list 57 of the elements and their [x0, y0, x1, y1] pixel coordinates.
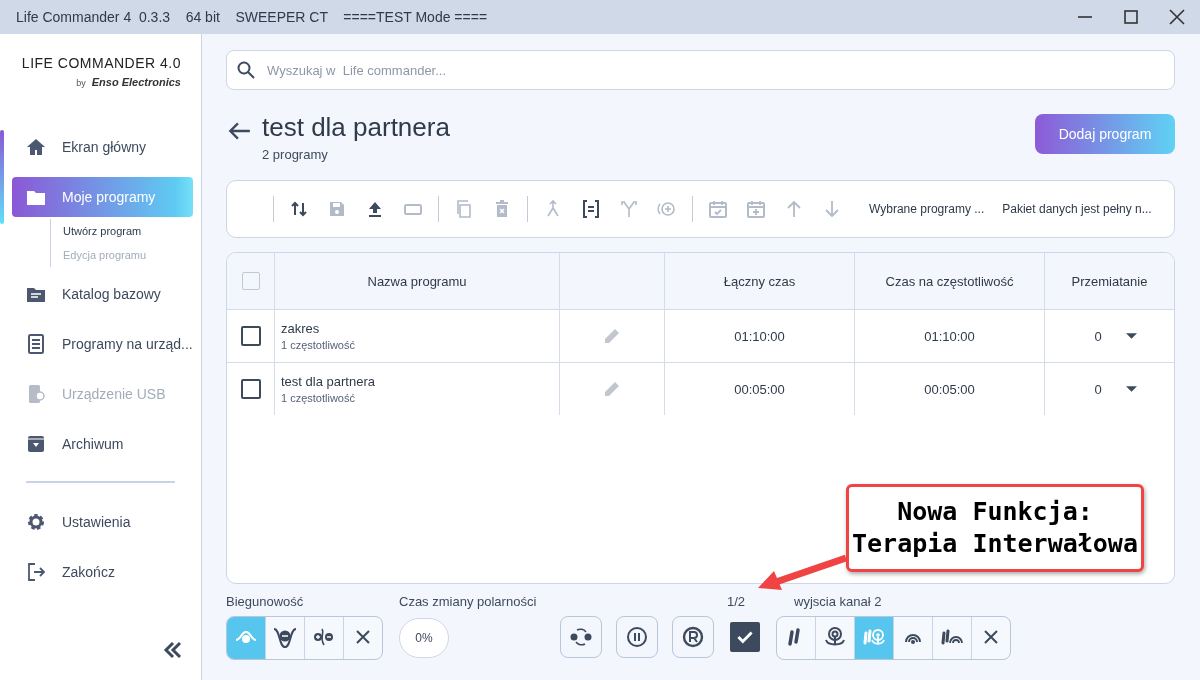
logo-title: LIFE COMMANDER 4.0	[21, 55, 181, 71]
pause-circle-icon	[625, 625, 649, 649]
program-name: zakres	[281, 321, 320, 336]
program-detail: 1 częstotliwość	[281, 392, 355, 404]
page-title: test dla partnera	[262, 112, 450, 143]
r-circle-icon	[681, 625, 705, 649]
column-header: Czas na częstotliwość	[885, 273, 1014, 289]
archive-icon	[26, 434, 46, 454]
swap-polarity-button[interactable]	[560, 616, 602, 658]
search-field[interactable]: Wyszukaj w Life commander...	[226, 50, 1175, 90]
caret-icon	[1125, 386, 1137, 392]
window-title: Life Commander 4 0.3.3 64 bit SWEEPER CT ====TEST Mode ====	[16, 9, 489, 25]
caret-icon	[1125, 333, 1137, 339]
polarity-time-field[interactable]: 0%	[399, 618, 449, 658]
swap-polarity-icon	[569, 625, 593, 649]
checkbox[interactable]	[240, 326, 261, 346]
negative-wave-icon	[273, 626, 297, 650]
checkbox[interactable]	[240, 379, 261, 399]
program-name: test dla partnera	[281, 374, 375, 389]
search-icon	[236, 60, 256, 80]
program-detail: 1 częstotliwość	[281, 339, 355, 351]
sweep-dropdown[interactable]: 0	[1082, 328, 1137, 344]
channel-mode-label: wyjscia kanał 2	[794, 594, 882, 609]
sidebar-item[interactable]: Ekran główny	[12, 127, 193, 167]
sidebar-subitem[interactable]: Utwórz program	[63, 219, 201, 243]
exit-icon	[26, 562, 46, 582]
polarity-time-label: Czas zmiany polarności	[399, 594, 538, 611]
r-circle-button[interactable]	[672, 616, 714, 658]
document-icon	[26, 334, 46, 354]
table-cell: 01:10:00	[924, 328, 975, 344]
table-cell: 00:05:00	[924, 381, 975, 397]
column-header: Przemiatanie	[1071, 273, 1148, 289]
logo-by: by	[76, 78, 86, 88]
brand-name: Enso Electronics	[91, 76, 181, 88]
page-subtitle: 2 programy	[262, 147, 329, 162]
home-icon	[26, 137, 46, 157]
interval-checkbox[interactable]	[730, 622, 760, 652]
pause-circle-button[interactable]	[616, 616, 658, 658]
table-cell: 00:05:00	[734, 381, 785, 397]
callout-text: Terapia Interwałowa	[852, 528, 1138, 560]
status-text: Wybrane programy ...	[869, 202, 985, 216]
sidebar-item[interactable]: Zakończ	[12, 552, 193, 592]
sidebar-item[interactable]: Programy na urząd...	[12, 324, 193, 364]
sidebar-item[interactable]: Katalog bazowy	[12, 274, 193, 314]
sidebar-item[interactable]: Ustawienia	[12, 502, 193, 542]
column-header: Nazwa programu	[367, 273, 467, 289]
device-icon	[26, 384, 46, 404]
polarity-label: Biegunowość	[226, 594, 305, 611]
callout-text: Nowa Funkcja:	[897, 496, 1093, 528]
add-program-button[interactable]: Dodaj program	[1035, 114, 1175, 154]
status-text: Pakiet danych jest pełny n...	[1002, 202, 1152, 216]
settings-icon	[26, 512, 46, 532]
column-header: Łączny czas	[723, 273, 796, 289]
sweep-dropdown[interactable]: 0	[1082, 381, 1137, 397]
sidebar-item[interactable]: Archiwum	[12, 424, 193, 464]
page-counter: 1/2	[727, 594, 746, 609]
table-cell: 01:10:00	[734, 328, 785, 344]
